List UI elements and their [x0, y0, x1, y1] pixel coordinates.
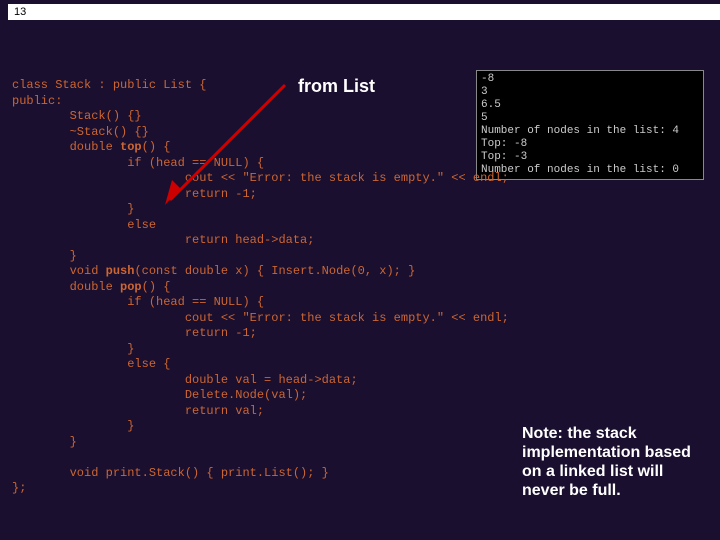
slide-body: -8 3 6.5 5 Number of nodes in the list: … [0, 20, 720, 540]
keyword-top: top [120, 140, 142, 154]
code-block: class Stack : public List { public: Stac… [12, 78, 509, 497]
console-output: -8 3 6.5 5 Number of nodes in the list: … [476, 70, 704, 180]
keyword-push: push [106, 264, 135, 278]
annotation-label: from List [298, 76, 375, 97]
keyword-pop: pop [120, 280, 142, 294]
note-text: Note: the stack implementation based on … [522, 424, 702, 500]
